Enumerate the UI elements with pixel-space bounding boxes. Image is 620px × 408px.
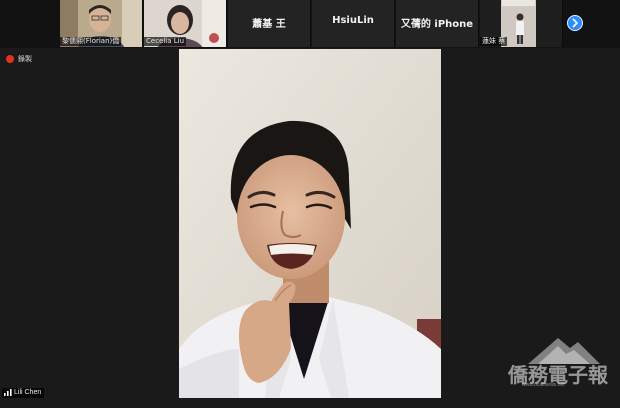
participant-label: 蕭基 王: [252, 19, 286, 30]
participant-tile-iphone[interactable]: 又蒨的 iPhone: [396, 0, 479, 47]
participant-tile-florian[interactable]: 黎儒熙(Florian)僑: [60, 0, 143, 47]
participant-tile-tsai[interactable]: 蓮妹 蔡: [480, 0, 563, 47]
participant-name: 蓮妹 蔡: [480, 37, 508, 46]
recording-label: 錄製: [18, 55, 32, 63]
participant-label: 又蒨的 iPhone: [400, 19, 474, 30]
participant-name: 黎儒熙(Florian)僑: [60, 37, 122, 46]
signal-bars-icon: [4, 388, 12, 396]
active-speaker-name-tag: Lili Chen: [2, 388, 45, 398]
speaker-video-frame: [179, 49, 441, 398]
chevron-right-icon: [572, 18, 578, 28]
mountain-logo-icon: [528, 338, 600, 364]
watermark-logo: 僑務電子報 www.ocacnews.net: [508, 334, 608, 390]
active-speaker-name: Lili Chen: [14, 389, 42, 396]
record-dot-icon: [6, 55, 14, 63]
participant-strip: 黎儒熙(Florian)僑 Cecelia Liu 蕭基 王 HsiuLin 又…: [0, 0, 620, 48]
participant-name: Cecelia Liu: [144, 37, 187, 46]
next-page-button[interactable]: [567, 15, 583, 31]
participant-tile-wang[interactable]: 蕭基 王: [228, 0, 311, 47]
participant-label: HsiuLin: [332, 15, 374, 26]
watermark-url: www.ocacnews.net: [522, 382, 565, 388]
participant-tile-hsiulin[interactable]: HsiuLin: [312, 0, 395, 47]
participant-tile-cecelia[interactable]: Cecelia Liu: [144, 0, 227, 47]
active-speaker-video: [179, 49, 441, 398]
